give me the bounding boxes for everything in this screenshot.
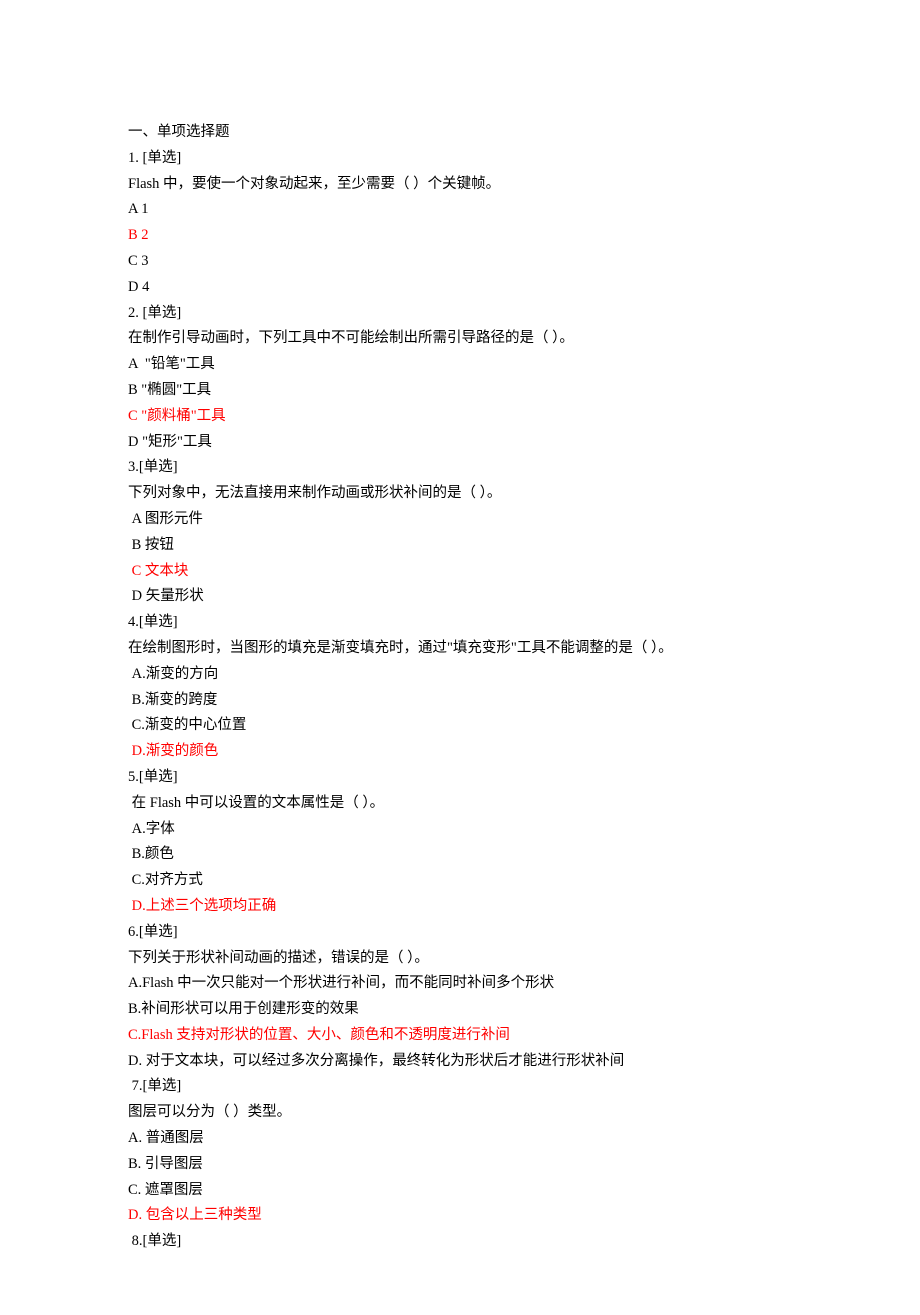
q2-number: 2. [单选] [128, 301, 792, 327]
q3-option-c: C 文本块 [128, 559, 792, 585]
q1-option-c: C 3 [128, 249, 792, 275]
q2-option-a: A "铅笔"工具 [128, 352, 792, 378]
q1-number: 1. [单选] [128, 146, 792, 172]
q3-option-a: A 图形元件 [128, 507, 792, 533]
q6-number: 6.[单选] [128, 920, 792, 946]
q4-number: 4.[单选] [128, 610, 792, 636]
q7-option-d: D. 包含以上三种类型 [128, 1203, 792, 1229]
q7-stem: 图层可以分为（ ）类型。 [128, 1100, 792, 1126]
q5-option-b: B.颜色 [128, 842, 792, 868]
q7-option-c: C. 遮罩图层 [128, 1178, 792, 1204]
q5-stem: 在 Flash 中可以设置的文本属性是（ ）。 [128, 791, 792, 817]
q2-option-d: D "矩形"工具 [128, 430, 792, 456]
section-title: 一、单项选择题 [128, 120, 792, 146]
q8-number: 8.[单选] [128, 1229, 792, 1255]
q7-option-a: A. 普通图层 [128, 1126, 792, 1152]
q2-stem: 在制作引导动画时，下列工具中不可能绘制出所需引导路径的是（ ）。 [128, 326, 792, 352]
q5-option-a: A.字体 [128, 817, 792, 843]
q3-option-d: D 矢量形状 [128, 584, 792, 610]
q6-option-d: D. 对于文本块，可以经过多次分离操作，最终转化为形状后才能进行形状补间 [128, 1049, 792, 1075]
q6-option-c: C.Flash 支持对形状的位置、大小、颜色和不透明度进行补间 [128, 1023, 792, 1049]
q4-option-b: B.渐变的跨度 [128, 688, 792, 714]
q3-option-b: B 按钮 [128, 533, 792, 559]
q1-option-b: B 2 [128, 223, 792, 249]
q5-option-d: D.上述三个选项均正确 [128, 894, 792, 920]
q4-stem: 在绘制图形时，当图形的填充是渐变填充时，通过"填充变形"工具不能调整的是（ ）。 [128, 636, 792, 662]
q5-number: 5.[单选] [128, 765, 792, 791]
q6-option-a: A.Flash 中一次只能对一个形状进行补间，而不能同时补间多个形状 [128, 971, 792, 997]
q1-option-a: A 1 [128, 197, 792, 223]
q4-option-a: A.渐变的方向 [128, 662, 792, 688]
q3-stem: 下列对象中，无法直接用来制作动画或形状补间的是（ ）。 [128, 481, 792, 507]
q5-option-c: C.对齐方式 [128, 868, 792, 894]
q2-option-c: C "颜料桶"工具 [128, 404, 792, 430]
q6-option-b: B.补间形状可以用于创建形变的效果 [128, 997, 792, 1023]
q4-option-d: D.渐变的颜色 [128, 739, 792, 765]
q4-option-c: C.渐变的中心位置 [128, 713, 792, 739]
q7-option-b: B. 引导图层 [128, 1152, 792, 1178]
q2-option-b: B "椭圆"工具 [128, 378, 792, 404]
q3-number: 3.[单选] [128, 455, 792, 481]
q1-stem: Flash 中，要使一个对象动起来，至少需要（ ）个关键帧。 [128, 172, 792, 198]
q1-option-d: D 4 [128, 275, 792, 301]
q6-stem: 下列关于形状补间动画的描述，错误的是（ ）。 [128, 946, 792, 972]
q7-number: 7.[单选] [128, 1074, 792, 1100]
